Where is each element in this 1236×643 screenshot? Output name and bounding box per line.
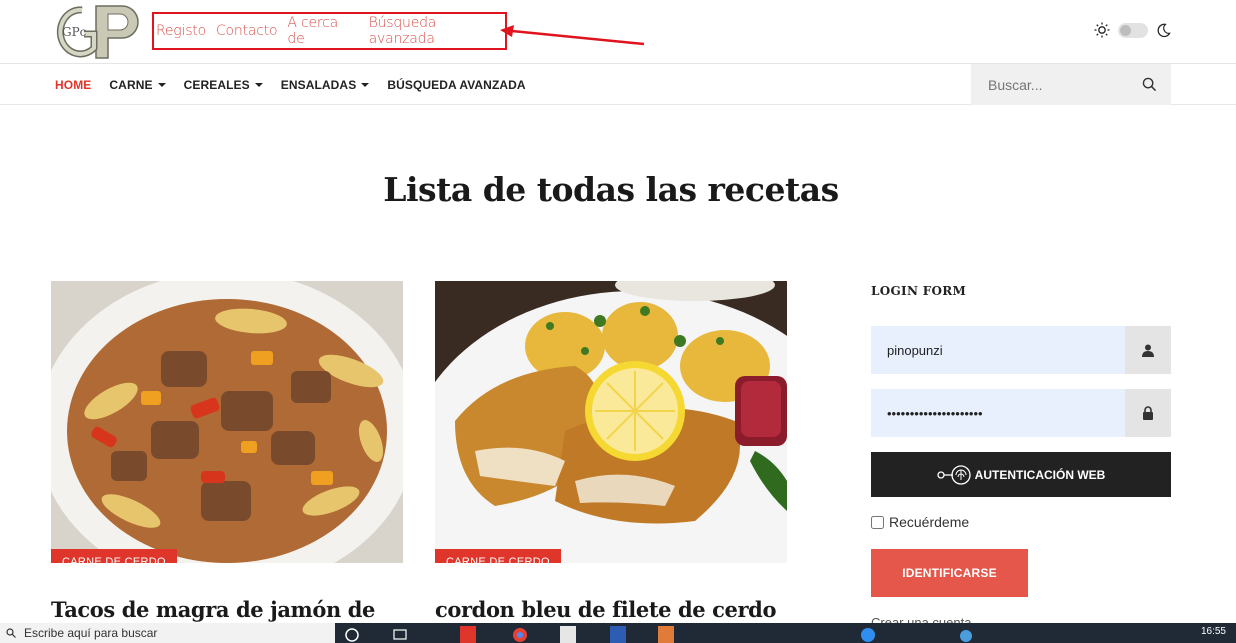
link-contacto[interactable]: Contacto bbox=[216, 23, 278, 39]
os-taskbar: Escribe aquí para buscar 16:55 bbox=[0, 623, 1236, 643]
nav-cereales[interactable]: CEREALES bbox=[184, 78, 263, 92]
nav-busqueda-avanzada[interactable]: BÚSQUEDA AVANZADA bbox=[387, 78, 525, 92]
recipe-card[interactable]: CARNE DE CERDO cordon bleu de filete de … bbox=[435, 281, 787, 622]
chevron-down-icon bbox=[157, 82, 166, 87]
recipe-image-cordon-bleu[interactable]: CARNE DE CERDO bbox=[435, 281, 787, 563]
search-icon bbox=[6, 628, 16, 638]
login-submit-button[interactable]: IDENTIFICARSE bbox=[871, 549, 1028, 597]
nav-ensaladas-label: ENSALADAS bbox=[280, 77, 357, 92]
taskbar-search-text: Escribe aquí para buscar bbox=[24, 626, 158, 640]
login-form: LOGIN FORM pinopunzi •••••••••••••••••••… bbox=[871, 284, 1171, 630]
nav-carne-label: CARNE bbox=[109, 77, 153, 92]
theme-toggle[interactable] bbox=[1118, 22, 1148, 38]
top-header: GPc Registo Contacto A cerca de Búsqueda… bbox=[0, 0, 1236, 64]
recipe-image-pasta[interactable]: CARNE DE CERDO bbox=[51, 281, 403, 563]
password-field bbox=[871, 389, 1171, 437]
chevron-down-icon bbox=[361, 82, 370, 87]
main-navbar: HOME CARNE CEREALES ENSALADAS BÚSQUEDA A… bbox=[0, 64, 1236, 105]
app-f-icon[interactable] bbox=[460, 626, 476, 643]
remember-me[interactable]: Recuérdeme bbox=[871, 514, 969, 530]
weather-icon[interactable] bbox=[958, 626, 974, 643]
nav-busqueda-label: BÚSQUEDA AVANZADA bbox=[387, 77, 526, 92]
taskbar-search[interactable]: Escribe aquí para buscar bbox=[0, 623, 335, 643]
link-registro[interactable]: Registo bbox=[156, 23, 206, 39]
nav-home[interactable]: HOME bbox=[55, 78, 91, 92]
save-disk-icon[interactable] bbox=[610, 626, 626, 643]
notepad-icon[interactable] bbox=[560, 626, 576, 643]
nav-cereales-label: CEREALES bbox=[183, 77, 250, 92]
category-badge[interactable]: CARNE DE CERDO bbox=[435, 549, 561, 563]
user-icon bbox=[1142, 344, 1154, 357]
recipe-title[interactable]: cordon bleu de filete de cerdo bbox=[435, 597, 787, 622]
category-badge[interactable]: CARNE DE CERDO bbox=[51, 549, 177, 563]
moon-icon bbox=[1157, 23, 1171, 37]
search-box bbox=[971, 64, 1171, 105]
username-input[interactable] bbox=[871, 342, 1125, 358]
lock-icon-addon bbox=[1125, 389, 1171, 437]
help-icon[interactable] bbox=[860, 626, 876, 643]
remember-label: Recuérdeme bbox=[889, 514, 970, 530]
page: GPc Registo Contacto A cerca de Búsqueda… bbox=[0, 0, 1236, 643]
site-logo[interactable]: GPc bbox=[52, 2, 148, 60]
link-acerca-de[interactable]: A cerca de bbox=[287, 15, 358, 47]
cortana-icon[interactable] bbox=[344, 626, 360, 643]
password-input[interactable] bbox=[871, 405, 1125, 421]
recipe-card[interactable]: CARNE DE CERDO Tacos de magra de jamón d… bbox=[51, 281, 403, 622]
lock-icon bbox=[1143, 406, 1153, 420]
user-icon-addon bbox=[1125, 326, 1171, 374]
chrome-icon[interactable] bbox=[512, 626, 528, 643]
theme-switcher bbox=[1094, 22, 1171, 38]
link-busqueda-avanzada[interactable]: Búsqueda avanzada bbox=[369, 15, 505, 47]
search-icon[interactable] bbox=[1142, 77, 1157, 92]
main-nav: HOME CARNE CEREALES ENSALADAS BÚSQUEDA A… bbox=[55, 64, 526, 105]
search-input[interactable] bbox=[988, 76, 1128, 93]
remember-checkbox[interactable] bbox=[871, 515, 884, 529]
sun-icon bbox=[1094, 22, 1110, 38]
key-fingerprint-icon bbox=[937, 464, 971, 485]
webauthn-label: AUTENTICACIÓN WEB bbox=[974, 467, 1106, 482]
recipe-title[interactable]: Tacos de magra de jamón de bbox=[51, 597, 403, 622]
nav-home-label: HOME bbox=[55, 77, 92, 92]
task-view-icon[interactable] bbox=[392, 626, 408, 643]
nav-ensaladas[interactable]: ENSALADAS bbox=[281, 78, 370, 92]
pasta-stew-image bbox=[51, 281, 403, 563]
annotation-arrow-icon bbox=[500, 25, 645, 46]
logo-text-g: GPc bbox=[62, 25, 87, 39]
top-links-highlight: Registo Contacto A cerca de Búsqueda ava… bbox=[152, 12, 507, 50]
webauthn-button[interactable]: AUTENTICACIÓN WEB bbox=[871, 452, 1171, 497]
login-heading: LOGIN FORM bbox=[871, 284, 967, 298]
page-title: Lista de todas las recetas bbox=[383, 170, 839, 209]
app-orange-icon[interactable] bbox=[658, 626, 674, 643]
nav-carne[interactable]: CARNE bbox=[109, 77, 166, 92]
username-field bbox=[871, 326, 1171, 374]
chevron-down-icon bbox=[254, 82, 263, 87]
cordon-bleu-image bbox=[435, 281, 787, 563]
taskbar-clock[interactable]: 16:55 bbox=[1201, 626, 1226, 637]
